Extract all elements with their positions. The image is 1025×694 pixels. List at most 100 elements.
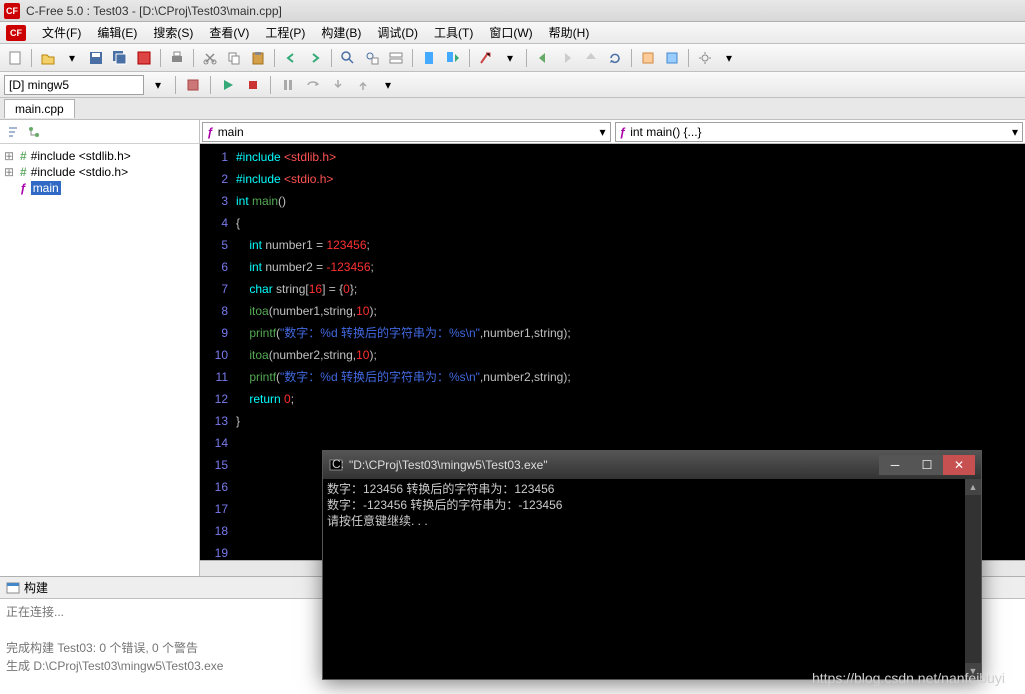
code-line[interactable]: return 0; xyxy=(236,388,1025,410)
save-all-button[interactable] xyxy=(109,47,131,69)
code-line[interactable]: char string[16] = {0}; xyxy=(236,278,1025,300)
find-in-files-button[interactable] xyxy=(361,47,383,69)
formatter-button[interactable] xyxy=(475,47,497,69)
sidebar-sort-button[interactable] xyxy=(4,123,22,141)
save-button[interactable] xyxy=(85,47,107,69)
undo-button[interactable] xyxy=(280,47,302,69)
tree-item[interactable]: ⊞##include <stdio.h> xyxy=(4,164,195,180)
bookmark-next-button[interactable] xyxy=(442,47,464,69)
menu-item[interactable]: 调试(D) xyxy=(369,22,426,43)
code-line[interactable]: #include <stdio.h> xyxy=(236,168,1025,190)
scope-dropdown[interactable]: ƒ main ▾ xyxy=(202,122,611,142)
open-button[interactable] xyxy=(37,47,59,69)
redo-button[interactable] xyxy=(304,47,326,69)
build-button[interactable] xyxy=(182,74,204,96)
run-button[interactable] xyxy=(217,74,239,96)
sidebar-tree: ⊞##include <stdlib.h>⊞##include <stdio.h… xyxy=(0,144,199,576)
console-scrollbar[interactable]: ▲ ▼ xyxy=(965,479,981,679)
menu-item[interactable]: 窗口(W) xyxy=(481,22,540,43)
find-button[interactable] xyxy=(337,47,359,69)
compiler-dd-arrow[interactable]: ▾ xyxy=(147,74,169,96)
replace-button[interactable] xyxy=(385,47,407,69)
tool2-button[interactable] xyxy=(661,47,683,69)
menu-item[interactable]: 编辑(E) xyxy=(89,22,145,43)
formatter-dd-button[interactable]: ▾ xyxy=(499,47,521,69)
close-button[interactable] xyxy=(133,47,155,69)
include-icon: # xyxy=(20,165,27,179)
menu-item[interactable]: 工程(P) xyxy=(257,22,313,43)
line-number: 12 xyxy=(200,388,228,410)
code-line[interactable]: { xyxy=(236,212,1025,234)
menu-item[interactable]: 搜索(S) xyxy=(145,22,201,43)
tree-item-label: #include <stdlib.h> xyxy=(31,149,131,163)
output-icon xyxy=(6,581,20,595)
line-number: 3 xyxy=(200,190,228,212)
line-number: 4 xyxy=(200,212,228,234)
code-line[interactable]: #include <stdlib.h> xyxy=(236,146,1025,168)
tool1-button[interactable] xyxy=(637,47,659,69)
editor-nav-toolbar: ƒ main ▾ ƒ int main() {...} ▾ xyxy=(200,120,1025,144)
step-out-button[interactable] xyxy=(352,74,374,96)
line-number: 6 xyxy=(200,256,228,278)
code-line[interactable]: int number2 = -123456; xyxy=(236,256,1025,278)
console-body[interactable]: 数字：123456 转换后的字符串为：123456数字：-123456 转换后的… xyxy=(323,479,981,679)
bookmark-button[interactable] xyxy=(418,47,440,69)
console-titlebar[interactable]: C:\ "D:\CProj\Test03\mingw5\Test03.exe" … xyxy=(323,451,981,479)
copy-button[interactable] xyxy=(223,47,245,69)
expand-icon[interactable]: ⊞ xyxy=(4,149,16,163)
code-line[interactable]: printf("数字：%d 转换后的字符串为：%s\n",number2,str… xyxy=(236,366,1025,388)
tree-item[interactable]: ⊞##include <stdlib.h> xyxy=(4,148,195,164)
step-into-button[interactable] xyxy=(327,74,349,96)
console-maximize-button[interactable]: ☐ xyxy=(911,455,943,475)
code-line[interactable]: int main() xyxy=(236,190,1025,212)
code-line[interactable]: printf("数字：%d 转换后的字符串为：%s\n",number1,str… xyxy=(236,322,1025,344)
sidebar-tree-button[interactable] xyxy=(25,123,43,141)
nav-forward-button[interactable] xyxy=(556,47,578,69)
settings-button[interactable] xyxy=(694,47,716,69)
editor-tabbar: main.cpp xyxy=(0,98,1025,120)
line-number: 7 xyxy=(200,278,228,300)
tree-item[interactable]: ƒmain xyxy=(4,180,195,196)
console-minimize-button[interactable]: ─ xyxy=(879,455,911,475)
stop-button[interactable] xyxy=(242,74,264,96)
member-label: int main() {...} xyxy=(630,125,701,139)
menu-item[interactable]: 工具(T) xyxy=(426,22,481,43)
scroll-up-icon[interactable]: ▲ xyxy=(965,479,981,495)
console-title: "D:\CProj\Test03\mingw5\Test03.exe" xyxy=(349,458,879,472)
step-dd-button[interactable]: ▾ xyxy=(377,74,399,96)
line-number: 14 xyxy=(200,432,228,454)
expand-icon[interactable]: ⊞ xyxy=(4,165,16,179)
editor-tab[interactable]: main.cpp xyxy=(4,99,75,118)
menu-item[interactable]: 帮助(H) xyxy=(541,22,598,43)
step-over-button[interactable] xyxy=(302,74,324,96)
line-number: 10 xyxy=(200,344,228,366)
code-line[interactable]: } xyxy=(236,410,1025,432)
console-close-button[interactable]: ✕ xyxy=(943,455,975,475)
line-number: 17 xyxy=(200,498,228,520)
tree-item-label: main xyxy=(31,181,61,195)
print-button[interactable] xyxy=(166,47,188,69)
new-file-button[interactable] xyxy=(4,47,26,69)
sidebar: ⊞##include <stdlib.h>⊞##include <stdio.h… xyxy=(0,120,200,576)
menu-item[interactable]: 构建(B) xyxy=(313,22,369,43)
paste-button[interactable] xyxy=(247,47,269,69)
nav-back-button[interactable] xyxy=(532,47,554,69)
compiler-dropdown[interactable]: [D] mingw5 xyxy=(4,75,144,95)
code-line[interactable]: itoa(number2,string,10); xyxy=(236,344,1025,366)
menu-item[interactable]: 文件(F) xyxy=(34,22,89,43)
output-title: 构建 xyxy=(24,579,48,596)
open-dd-button[interactable]: ▾ xyxy=(61,47,83,69)
member-dropdown[interactable]: ƒ int main() {...} ▾ xyxy=(615,122,1024,142)
debug-pause-button[interactable] xyxy=(277,74,299,96)
cut-button[interactable] xyxy=(199,47,221,69)
code-line[interactable]: itoa(number1,string,10); xyxy=(236,300,1025,322)
menu-item[interactable]: 查看(V) xyxy=(201,22,257,43)
watermark: https://blog.csdn.net/nanfeibuyi xyxy=(812,670,1005,686)
refresh-button[interactable] xyxy=(604,47,626,69)
code-line[interactable]: int number1 = 123456; xyxy=(236,234,1025,256)
main-toolbar: ▾ ▾ ▾ xyxy=(0,44,1025,72)
nav-up-button[interactable] xyxy=(580,47,602,69)
build-toolbar: [D] mingw5 ▾ ▾ xyxy=(0,72,1025,98)
settings-dd-button[interactable]: ▾ xyxy=(718,47,740,69)
console-icon: C:\ xyxy=(329,458,343,472)
